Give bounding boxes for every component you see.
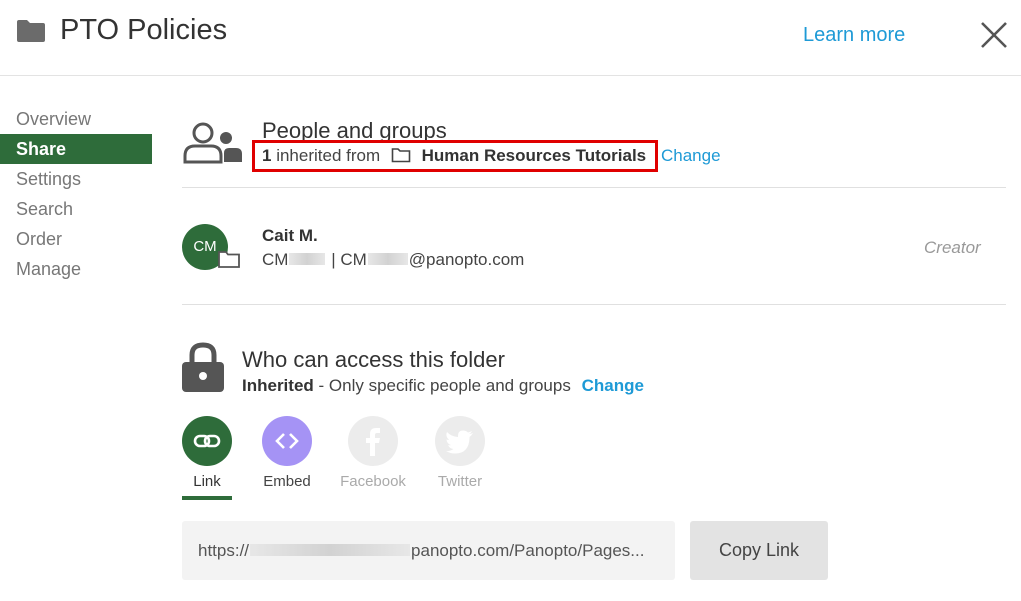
redacted-text [250, 544, 411, 556]
folder-icon [16, 19, 46, 48]
embed-share-button[interactable] [262, 416, 312, 466]
access-info: Inherited - Only specific people and gro… [242, 376, 644, 396]
folder-icon [391, 147, 411, 168]
access-level: Inherited [242, 376, 314, 395]
embed-label: Embed [263, 473, 311, 490]
twitter-label: Twitter [437, 473, 483, 490]
sidebar-item-manage[interactable]: Manage [0, 254, 152, 284]
twitter-icon [446, 430, 473, 454]
close-button[interactable] [979, 20, 1009, 50]
facebook-icon [366, 428, 380, 456]
sidebar-item-search[interactable]: Search [0, 194, 152, 224]
inherited-text: inherited from [276, 146, 381, 165]
access-description: - Only specific people and groups [318, 376, 571, 395]
people-icon [182, 121, 244, 170]
divider [182, 187, 1006, 188]
folder-icon [217, 249, 241, 274]
twitter-share-button[interactable] [435, 416, 485, 466]
change-people-link[interactable]: Change [661, 146, 721, 166]
close-icon [981, 22, 1007, 48]
lock-icon [182, 342, 224, 397]
divider [182, 304, 1006, 305]
facebook-share-button[interactable] [348, 416, 398, 466]
redacted-text [289, 253, 326, 265]
user-name: Cait M. [262, 226, 318, 245]
copy-link-button[interactable]: Copy Link [690, 521, 828, 580]
sidebar-item-overview[interactable]: Overview [0, 104, 152, 134]
learn-more-link[interactable]: Learn more [803, 24, 905, 47]
facebook-label: Facebook [340, 473, 406, 490]
sidebar-item-order[interactable]: Order [0, 224, 152, 254]
sidebar-nav: Overview Share Settings Search Order Man… [0, 104, 152, 284]
link-icon [193, 434, 221, 448]
sidebar-item-share[interactable]: Share [0, 134, 152, 164]
email-domain: @panopto.com [408, 250, 525, 269]
sidebar-item-settings[interactable]: Settings [0, 164, 152, 194]
email-prefix-2: CM [340, 250, 367, 269]
active-tab-indicator [182, 496, 232, 500]
user-role: Creator [924, 238, 981, 257]
redacted-text [367, 253, 408, 265]
share-url-field[interactable]: https:// panopto.com/Panopto/Pages... [182, 521, 675, 580]
page-title: PTO Policies [60, 14, 228, 46]
email-separator: | [331, 250, 336, 269]
url-suffix: panopto.com/Panopto/Pages... [411, 541, 645, 560]
link-share-button[interactable] [182, 416, 232, 466]
embed-code-icon [275, 433, 299, 449]
header: PTO Policies Learn more [0, 0, 1021, 76]
change-access-link[interactable]: Change [582, 376, 644, 395]
url-prefix: https:// [198, 541, 250, 560]
email-prefix: CM [262, 250, 289, 269]
user-email: CM | CM @panopto.com [262, 250, 524, 270]
inherited-folder-name[interactable]: Human Resources Tutorials [422, 146, 647, 165]
link-label: Link [193, 473, 221, 490]
inherited-info: 1 inherited from Human Resources Tutoria… [262, 146, 646, 168]
inherited-count: 1 [262, 146, 272, 165]
access-title: Who can access this folder [242, 347, 505, 372]
